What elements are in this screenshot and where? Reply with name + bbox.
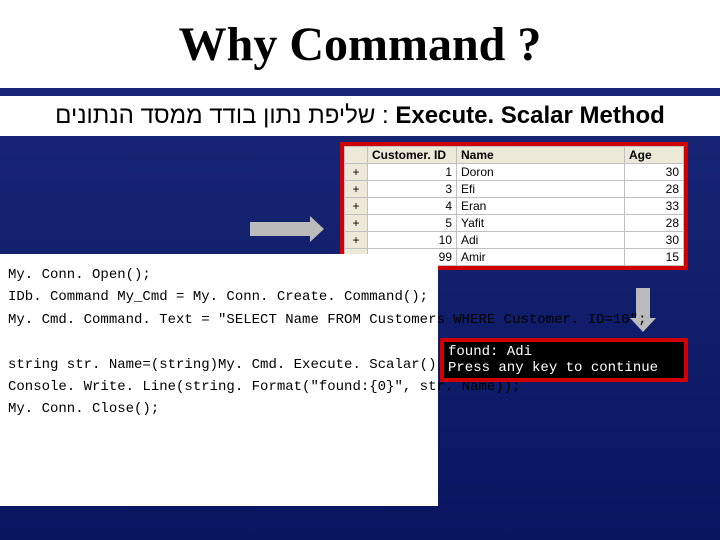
console-output-panel: found: Adi Press any key to continue — [440, 338, 688, 382]
output-line: found: Adi — [448, 344, 532, 360]
cell-age: 28 — [625, 181, 684, 198]
table-row: + 5 Yafit 28 — [345, 215, 684, 232]
table-row: + 3 Efi 28 — [345, 181, 684, 198]
customers-table-panel: Customer. ID Name Age + 1 Doron 30 + 3 E… — [340, 142, 688, 270]
page-title: Why Command ? — [179, 17, 542, 72]
header-customer-id: Customer. ID — [368, 147, 457, 164]
subtitle-method: Execute. Scalar Method — [395, 102, 664, 129]
expand-icon: + — [345, 181, 368, 198]
subtitle-hebrew: שליפת נתון בודד ממסד הנתונים — [55, 102, 375, 129]
cell-age: 30 — [625, 164, 684, 181]
subtitle: שליפת נתון בודד ממסד הנתונים : Execute. … — [55, 102, 665, 130]
header-expand — [345, 147, 368, 164]
expand-icon: + — [345, 198, 368, 215]
cell-age: 15 — [625, 249, 684, 266]
code-line: My. Conn. Close(); — [8, 401, 159, 417]
arrow-right-icon — [250, 222, 310, 236]
cell-age: 33 — [625, 198, 684, 215]
header-name: Name — [457, 147, 625, 164]
slide: Why Command ? שליפת נתון בודד ממסד הנתונ… — [0, 0, 720, 540]
cell-name: Doron — [457, 164, 625, 181]
code-line: string str. Name=(string)My. Cmd. Execut… — [8, 357, 445, 373]
code-line: IDb. Command My_Cmd = My. Conn. Create. … — [8, 289, 428, 305]
table-row: + 10 Adi 30 — [345, 232, 684, 249]
cell-id: 3 — [368, 181, 457, 198]
customers-table: Customer. ID Name Age + 1 Doron 30 + 3 E… — [344, 146, 684, 266]
cell-name: Amir — [457, 249, 625, 266]
subtitle-band: שליפת נתון בודד ממסד הנתונים : Execute. … — [0, 96, 720, 136]
cell-name: Adi — [457, 232, 625, 249]
expand-icon: + — [345, 164, 368, 181]
cell-age: 28 — [625, 215, 684, 232]
expand-icon: + — [345, 232, 368, 249]
code-panel: My. Conn. Open(); IDb. Command My_Cmd = … — [0, 254, 438, 506]
cell-id: 5 — [368, 215, 457, 232]
cell-id: 1 — [368, 164, 457, 181]
cell-name: Efi — [457, 181, 625, 198]
code-line: My. Conn. Open(); — [8, 267, 151, 283]
table-row: + 4 Eran 33 — [345, 198, 684, 215]
expand-icon: + — [345, 215, 368, 232]
table-row: + 1 Doron 30 — [345, 164, 684, 181]
cell-id: 4 — [368, 198, 457, 215]
cell-id: 10 — [368, 232, 457, 249]
table-header-row: Customer. ID Name Age — [345, 147, 684, 164]
title-band: Why Command ? — [0, 0, 720, 88]
cell-name: Eran — [457, 198, 625, 215]
header-age: Age — [625, 147, 684, 164]
output-line: Press any key to continue — [448, 360, 658, 376]
code-line: My. Cmd. Command. Text = "SELECT Name FR… — [8, 312, 647, 328]
cell-age: 30 — [625, 232, 684, 249]
cell-name: Yafit — [457, 215, 625, 232]
